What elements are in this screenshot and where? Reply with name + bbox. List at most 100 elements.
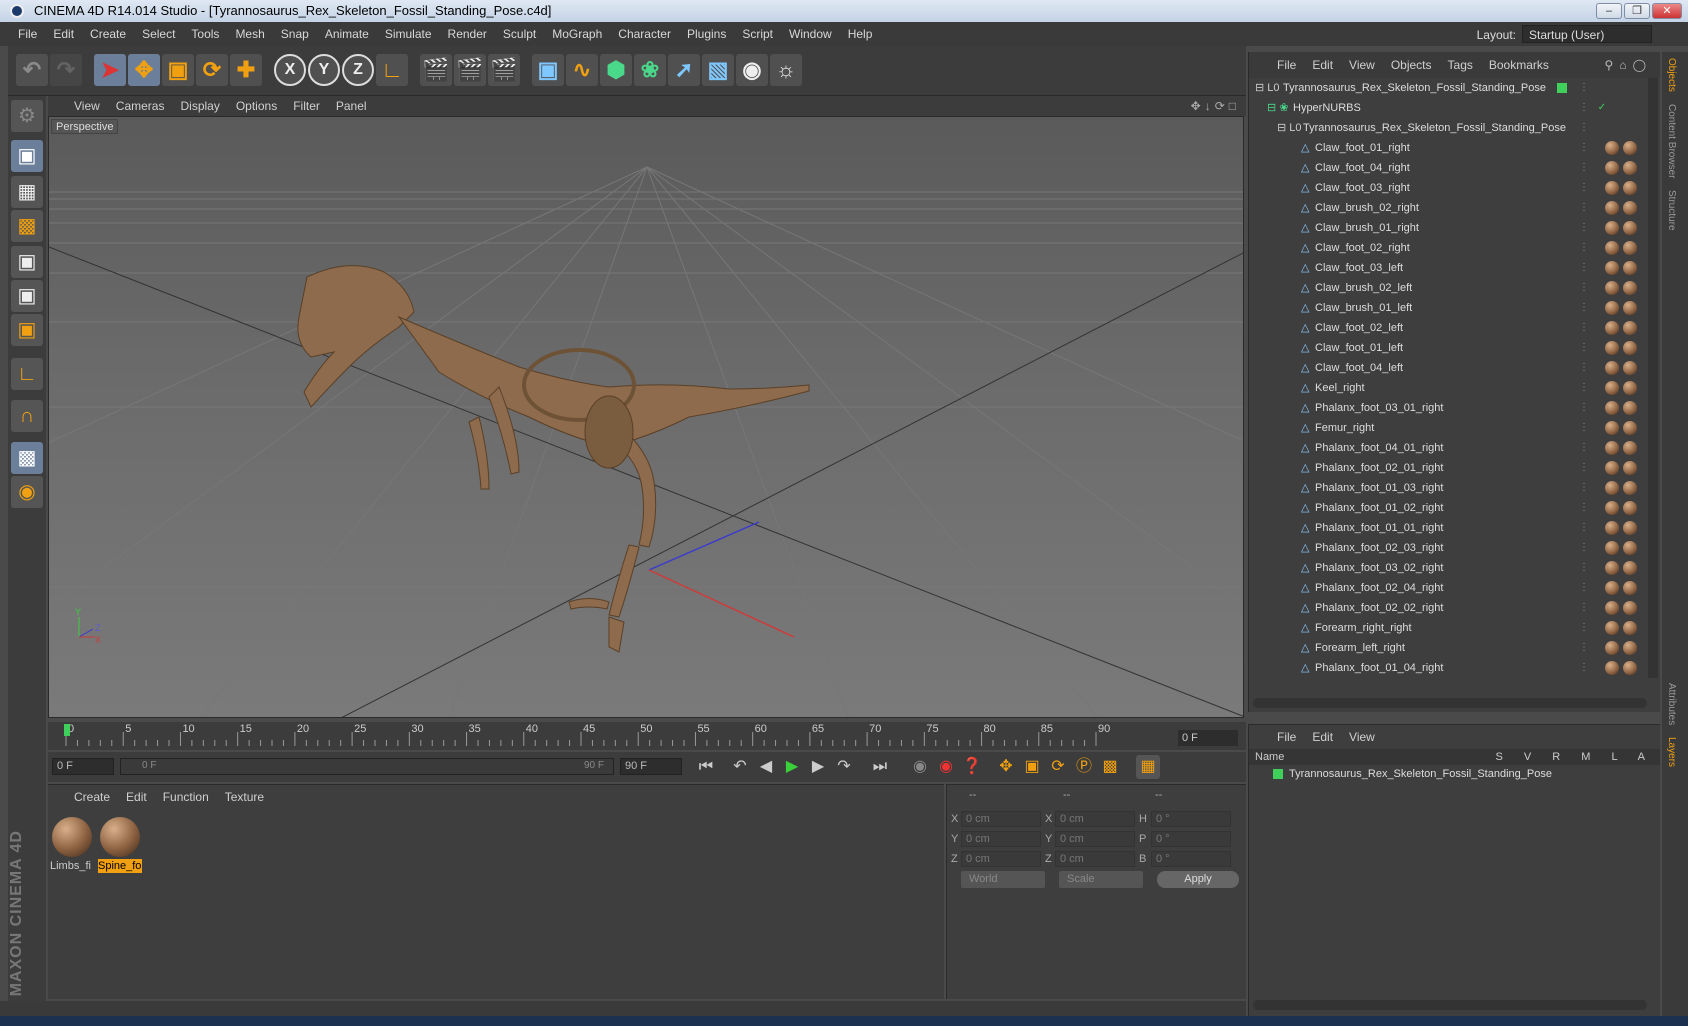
menu-file[interactable]: File (10, 22, 45, 46)
layer-horizontal-scrollbar[interactable] (1253, 1000, 1647, 1010)
material-tag-icon[interactable] (1605, 341, 1619, 355)
key-position-icon[interactable]: ✥ (994, 755, 1018, 779)
tree-row-child[interactable]: △ Phalanx_foot_04_01_right ⋮ (1249, 438, 1647, 458)
tree-row-child[interactable]: △ Phalanx_foot_01_03_right ⋮ (1249, 478, 1647, 498)
tree-row-child[interactable]: △ Claw_foot_01_right ⋮ (1249, 138, 1647, 158)
tree-row-child[interactable]: △ Claw_foot_01_left ⋮ (1249, 338, 1647, 358)
tree-row-child[interactable]: △ Phalanx_foot_01_02_right ⋮ (1249, 498, 1647, 518)
select-tool-icon[interactable]: ➤ (94, 54, 126, 86)
workplane-icon[interactable]: ▩ (11, 210, 43, 242)
vp-menu-panel[interactable]: Panel (328, 96, 375, 116)
tree-row-hypernurbs[interactable]: ⊟ ❀ HyperNURBS ⋮ ✓ (1249, 98, 1647, 118)
tree-row-child[interactable]: △ Phalanx_foot_02_02_right ⋮ (1249, 598, 1647, 618)
snap-magnet-icon[interactable]: ∩ (11, 400, 43, 432)
vp-menu-filter[interactable]: Filter (285, 96, 328, 116)
tree-row-child[interactable]: △ Claw_brush_02_right ⋮ (1249, 198, 1647, 218)
material-tag-icon[interactable] (1605, 461, 1619, 475)
visibility-dots[interactable]: ⋮ (1579, 338, 1592, 358)
material-tag-icon[interactable] (1623, 201, 1637, 215)
tab-layers[interactable]: Layers (1662, 731, 1681, 773)
size-y-field[interactable]: 0 cm (1055, 831, 1135, 847)
tree-row-child[interactable]: △ Claw_brush_02_left ⋮ (1249, 278, 1647, 298)
visibility-dots[interactable]: ⋮ (1579, 458, 1592, 478)
search-icon[interactable]: ⚲⌂◯ (1605, 52, 1652, 78)
tab-content-browser[interactable]: Content Browser (1662, 98, 1681, 184)
material-tag-icon[interactable] (1623, 181, 1637, 195)
visibility-dots[interactable]: ⋮ (1579, 258, 1592, 278)
menu-plugins[interactable]: Plugins (679, 22, 734, 46)
material-tag-icon[interactable] (1605, 401, 1619, 415)
layer-menu-edit[interactable]: Edit (1304, 725, 1341, 749)
record-keys-icon[interactable]: ◉ (908, 755, 932, 779)
visibility-dots[interactable]: ⋮ (1579, 158, 1592, 178)
visibility-dots[interactable]: ⋮ (1579, 538, 1592, 558)
material-tag-icon[interactable] (1623, 241, 1637, 255)
workplane-lock-icon[interactable]: ▩ (11, 442, 43, 474)
material-tag-icon[interactable] (1623, 481, 1637, 495)
autokey-icon[interactable]: ◉ (934, 755, 958, 779)
visibility-dots[interactable]: ⋮ (1579, 658, 1592, 678)
menu-sculpt[interactable]: Sculpt (495, 22, 544, 46)
y-axis-lock-icon[interactable]: Y (308, 54, 340, 86)
key-pla-icon[interactable]: ▩ (1098, 755, 1122, 779)
menu-edit[interactable]: Edit (45, 22, 82, 46)
tab-structure[interactable]: Structure (1662, 184, 1681, 237)
material-tag-icon[interactable] (1623, 361, 1637, 375)
material-tag-icon[interactable] (1623, 381, 1637, 395)
render-view-icon[interactable]: 🎬 (420, 54, 452, 86)
tree-row-child[interactable]: △ Claw_foot_03_right ⋮ (1249, 178, 1647, 198)
tree-row-child[interactable]: △ Phalanx_foot_02_04_right ⋮ (1249, 578, 1647, 598)
tree-row-child[interactable]: △ Forearm_right_right ⋮ (1249, 618, 1647, 638)
material-tag-icon[interactable] (1623, 341, 1637, 355)
menu-simulate[interactable]: Simulate (377, 22, 440, 46)
visibility-dots[interactable]: ⋮ (1579, 78, 1592, 98)
points-mode-icon[interactable]: ▣ (11, 246, 43, 278)
3d-viewport[interactable]: Y Z X Perspective (48, 116, 1244, 718)
next-frame-icon[interactable]: ▶ (806, 755, 830, 779)
goto-start-icon[interactable]: ⏮ (694, 755, 718, 779)
menu-mograph[interactable]: MoGraph (544, 22, 610, 46)
visibility-dots[interactable]: ⋮ (1579, 318, 1592, 338)
z-axis-lock-icon[interactable]: Z (342, 54, 374, 86)
tree-row-child[interactable]: △ Claw_foot_02_left ⋮ (1249, 318, 1647, 338)
move-tool-icon[interactable]: ✥ (128, 54, 160, 86)
menu-animate[interactable]: Animate (317, 22, 377, 46)
material-tag-icon[interactable] (1605, 381, 1619, 395)
visibility-dots[interactable]: ⋮ (1579, 118, 1592, 138)
material-tag-icon[interactable] (1605, 281, 1619, 295)
material-tag-icon[interactable] (1623, 501, 1637, 515)
tab-attributes[interactable]: Attributes (1662, 677, 1681, 731)
redo-icon[interactable]: ↷ (50, 54, 82, 86)
cloner-icon[interactable]: ❀ (634, 54, 666, 86)
tree-row-group[interactable]: ⊟ L0 Tyrannosaurus_Rex_Skeleton_Fossil_S… (1249, 118, 1647, 138)
tree-row-child[interactable]: △ Claw_brush_01_left ⋮ (1249, 298, 1647, 318)
material-tag-icon[interactable] (1605, 481, 1619, 495)
cube-primitive-icon[interactable]: ▣ (532, 54, 564, 86)
tree-row-child[interactable]: △ Claw_brush_01_right ⋮ (1249, 218, 1647, 238)
vp-menu-options[interactable]: Options (228, 96, 285, 116)
tree-row-child[interactable]: △ Claw_foot_04_left ⋮ (1249, 358, 1647, 378)
material-tag-icon[interactable] (1605, 601, 1619, 615)
visibility-dots[interactable]: ⋮ (1579, 298, 1592, 318)
play-icon[interactable]: ▶ (780, 755, 804, 779)
pos-x-field[interactable]: 0 cm (961, 811, 1041, 827)
obj-menu-objects[interactable]: Objects (1383, 52, 1440, 78)
frame-range-slider[interactable] (120, 758, 614, 775)
visibility-dots[interactable]: ⋮ (1579, 358, 1592, 378)
material-tag-icon[interactable] (1605, 301, 1619, 315)
vp-menu-display[interactable]: Display (172, 96, 227, 116)
layout-dropdown[interactable]: Startup (User) (1522, 25, 1652, 43)
tree-row-child[interactable]: △ Phalanx_foot_02_03_right ⋮ (1249, 538, 1647, 558)
tree-row-child[interactable]: △ Claw_foot_03_left ⋮ (1249, 258, 1647, 278)
coordinate-system-icon[interactable]: ∟ (376, 54, 408, 86)
material-tag-icon[interactable] (1605, 421, 1619, 435)
visibility-dots[interactable]: ⋮ (1579, 578, 1592, 598)
material-tag-icon[interactable] (1623, 401, 1637, 415)
light-icon[interactable]: ☼ (770, 54, 802, 86)
material-tag-icon[interactable] (1605, 181, 1619, 195)
rotate-tool-icon[interactable]: ⟳ (196, 54, 228, 86)
material-tag-icon[interactable] (1623, 261, 1637, 275)
start-frame-field[interactable]: 0 F (52, 758, 114, 775)
render-settings-icon[interactable]: 🎬 (488, 54, 520, 86)
camera-icon[interactable]: ◉ (736, 54, 768, 86)
